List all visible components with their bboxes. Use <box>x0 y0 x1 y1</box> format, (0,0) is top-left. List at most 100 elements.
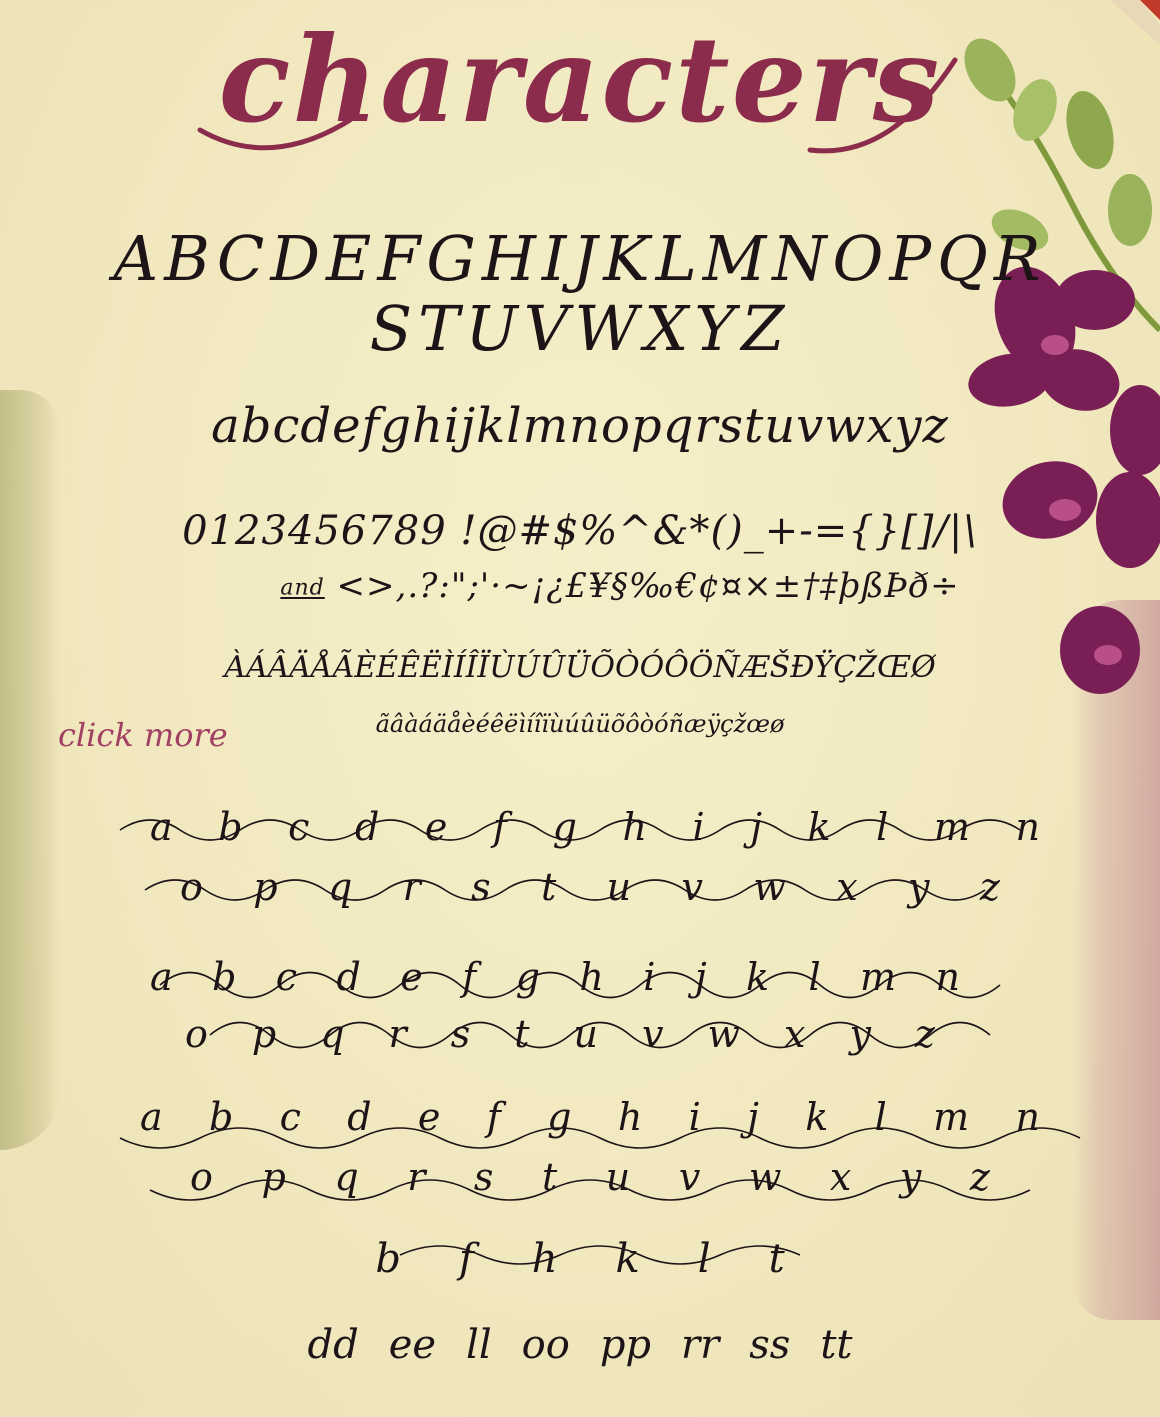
alt-set2-row2: o p q r s t u v w x y z <box>185 1012 935 1056</box>
glyph: l <box>808 955 821 999</box>
accented-uppercase-line: ÀÁÂÄÅÃÈÉÊËÌÍÎÏÙÚÛÜÕÒÓÔÖÑÆŠÐŸÇŽŒØ <box>224 650 936 685</box>
glyph: d <box>347 1095 372 1139</box>
glyph: m <box>860 955 897 999</box>
alt-set3-row2: o p q r s t u v w x y z <box>190 1155 990 1199</box>
alt-set1-row2: o p q r s t u v w x y z <box>180 865 1000 909</box>
ligature: ss <box>749 1322 791 1368</box>
glyph: c <box>288 805 310 849</box>
glyph: f <box>462 955 477 999</box>
glyph: j <box>750 805 763 849</box>
glyph: s <box>473 1155 494 1199</box>
glyph: w <box>753 865 786 909</box>
glyph: f <box>492 805 507 849</box>
glyph: l <box>876 805 889 849</box>
glyph: l <box>697 1236 711 1282</box>
glyph: j <box>747 1095 759 1139</box>
glyph: e <box>417 1095 441 1139</box>
ligature: rr <box>681 1322 720 1368</box>
glyph: r <box>402 865 421 909</box>
glyph: f <box>458 1236 474 1282</box>
glyph: h <box>622 805 647 849</box>
symbols-text: <>,.?:";'·~¡¿£¥§‰€¢¤×±†‡þßÞð÷ <box>336 566 960 606</box>
glyph: b <box>212 955 237 999</box>
glyph: i <box>643 955 656 999</box>
glyph: q <box>334 1155 359 1199</box>
glyph: e <box>400 955 423 999</box>
glyph: r <box>407 1155 426 1199</box>
glyph: a <box>150 805 173 849</box>
glyph: p <box>251 1012 277 1056</box>
glyph: u <box>606 865 632 909</box>
glyph: b <box>218 805 243 849</box>
glyph: z <box>979 865 1000 909</box>
page-title: characters <box>218 10 942 149</box>
glyph: t <box>541 865 557 909</box>
glyph: k <box>615 1236 640 1282</box>
glyph: f <box>486 1095 501 1139</box>
numerals-symbols-line: 0123456789 !@#$%^&*()_+-={}[]/|\ <box>182 508 978 554</box>
glyph: y <box>899 1155 922 1199</box>
glyph: v <box>642 1012 664 1056</box>
glyph: p <box>261 1155 286 1199</box>
uppercase-line-2: STUVWXYZ <box>369 292 791 365</box>
glyph: t <box>514 1012 530 1056</box>
glyph: a <box>150 955 173 999</box>
glyph: u <box>573 1012 598 1056</box>
glyph: m <box>933 805 970 849</box>
glyph: g <box>515 955 540 999</box>
glyph: k <box>805 1095 829 1139</box>
glyph: h <box>579 955 604 999</box>
glyph: q <box>327 865 353 909</box>
pink-watercolor-stroke <box>1072 600 1160 1320</box>
glyph: n <box>935 955 960 999</box>
glyph: s <box>450 1012 471 1056</box>
glyph: o <box>180 865 203 909</box>
ligature: oo <box>521 1322 570 1368</box>
glyph: q <box>320 1012 345 1056</box>
alt-set2-row1: a b c d e f g h i j k l m n <box>150 955 960 999</box>
glyph: x <box>784 1012 806 1056</box>
ligature: tt <box>820 1322 853 1368</box>
glyph: y <box>908 865 930 909</box>
glyph: y <box>849 1012 871 1056</box>
glyph: r <box>388 1012 407 1056</box>
glyph: k <box>807 805 831 849</box>
glyph: t <box>768 1236 785 1282</box>
glyph: x <box>836 865 858 909</box>
glyph: w <box>707 1012 740 1056</box>
glyph: t <box>541 1155 558 1199</box>
glyph: m <box>933 1095 970 1139</box>
glyph: h <box>531 1236 558 1282</box>
glyph: i <box>688 1095 701 1139</box>
glyph: e <box>424 805 448 849</box>
green-watercolor-stroke <box>0 390 60 1150</box>
glyph: v <box>681 865 703 909</box>
glyph: g <box>547 1095 572 1139</box>
glyph: a <box>140 1095 163 1139</box>
ligature: ll <box>466 1322 492 1368</box>
glyph: b <box>375 1236 401 1282</box>
glyph: n <box>1015 805 1040 849</box>
alt-set1-row1: a b c d e f g h i j k l m n <box>150 805 1040 849</box>
glyph: u <box>605 1155 631 1199</box>
alt-set3-row1: a b c d e f g h i j k l m n <box>140 1095 1040 1139</box>
glyph: d <box>336 955 361 999</box>
click-more-link[interactable]: click more <box>58 716 228 754</box>
and-ligature: and <box>280 575 325 601</box>
font-specimen-sheet: characters ABCDEFGHIJKLMNOPQR STUVWXYZ a… <box>0 0 1160 1417</box>
glyph: c <box>275 955 298 999</box>
glyph: x <box>829 1155 852 1199</box>
glyph: z <box>969 1155 990 1199</box>
glyph: d <box>354 805 380 849</box>
glyph: l <box>874 1095 887 1139</box>
glyph: k <box>746 955 770 999</box>
ligature: dd <box>307 1322 359 1368</box>
glyph: w <box>748 1155 782 1199</box>
glyph: i <box>692 805 705 849</box>
glyph: g <box>552 805 577 849</box>
glyph: c <box>279 1095 301 1139</box>
glyph: o <box>185 1012 208 1056</box>
glyph: v <box>678 1155 701 1199</box>
tall-letters-row: b f h k l t <box>0 1236 1160 1282</box>
glyph: s <box>471 865 491 909</box>
